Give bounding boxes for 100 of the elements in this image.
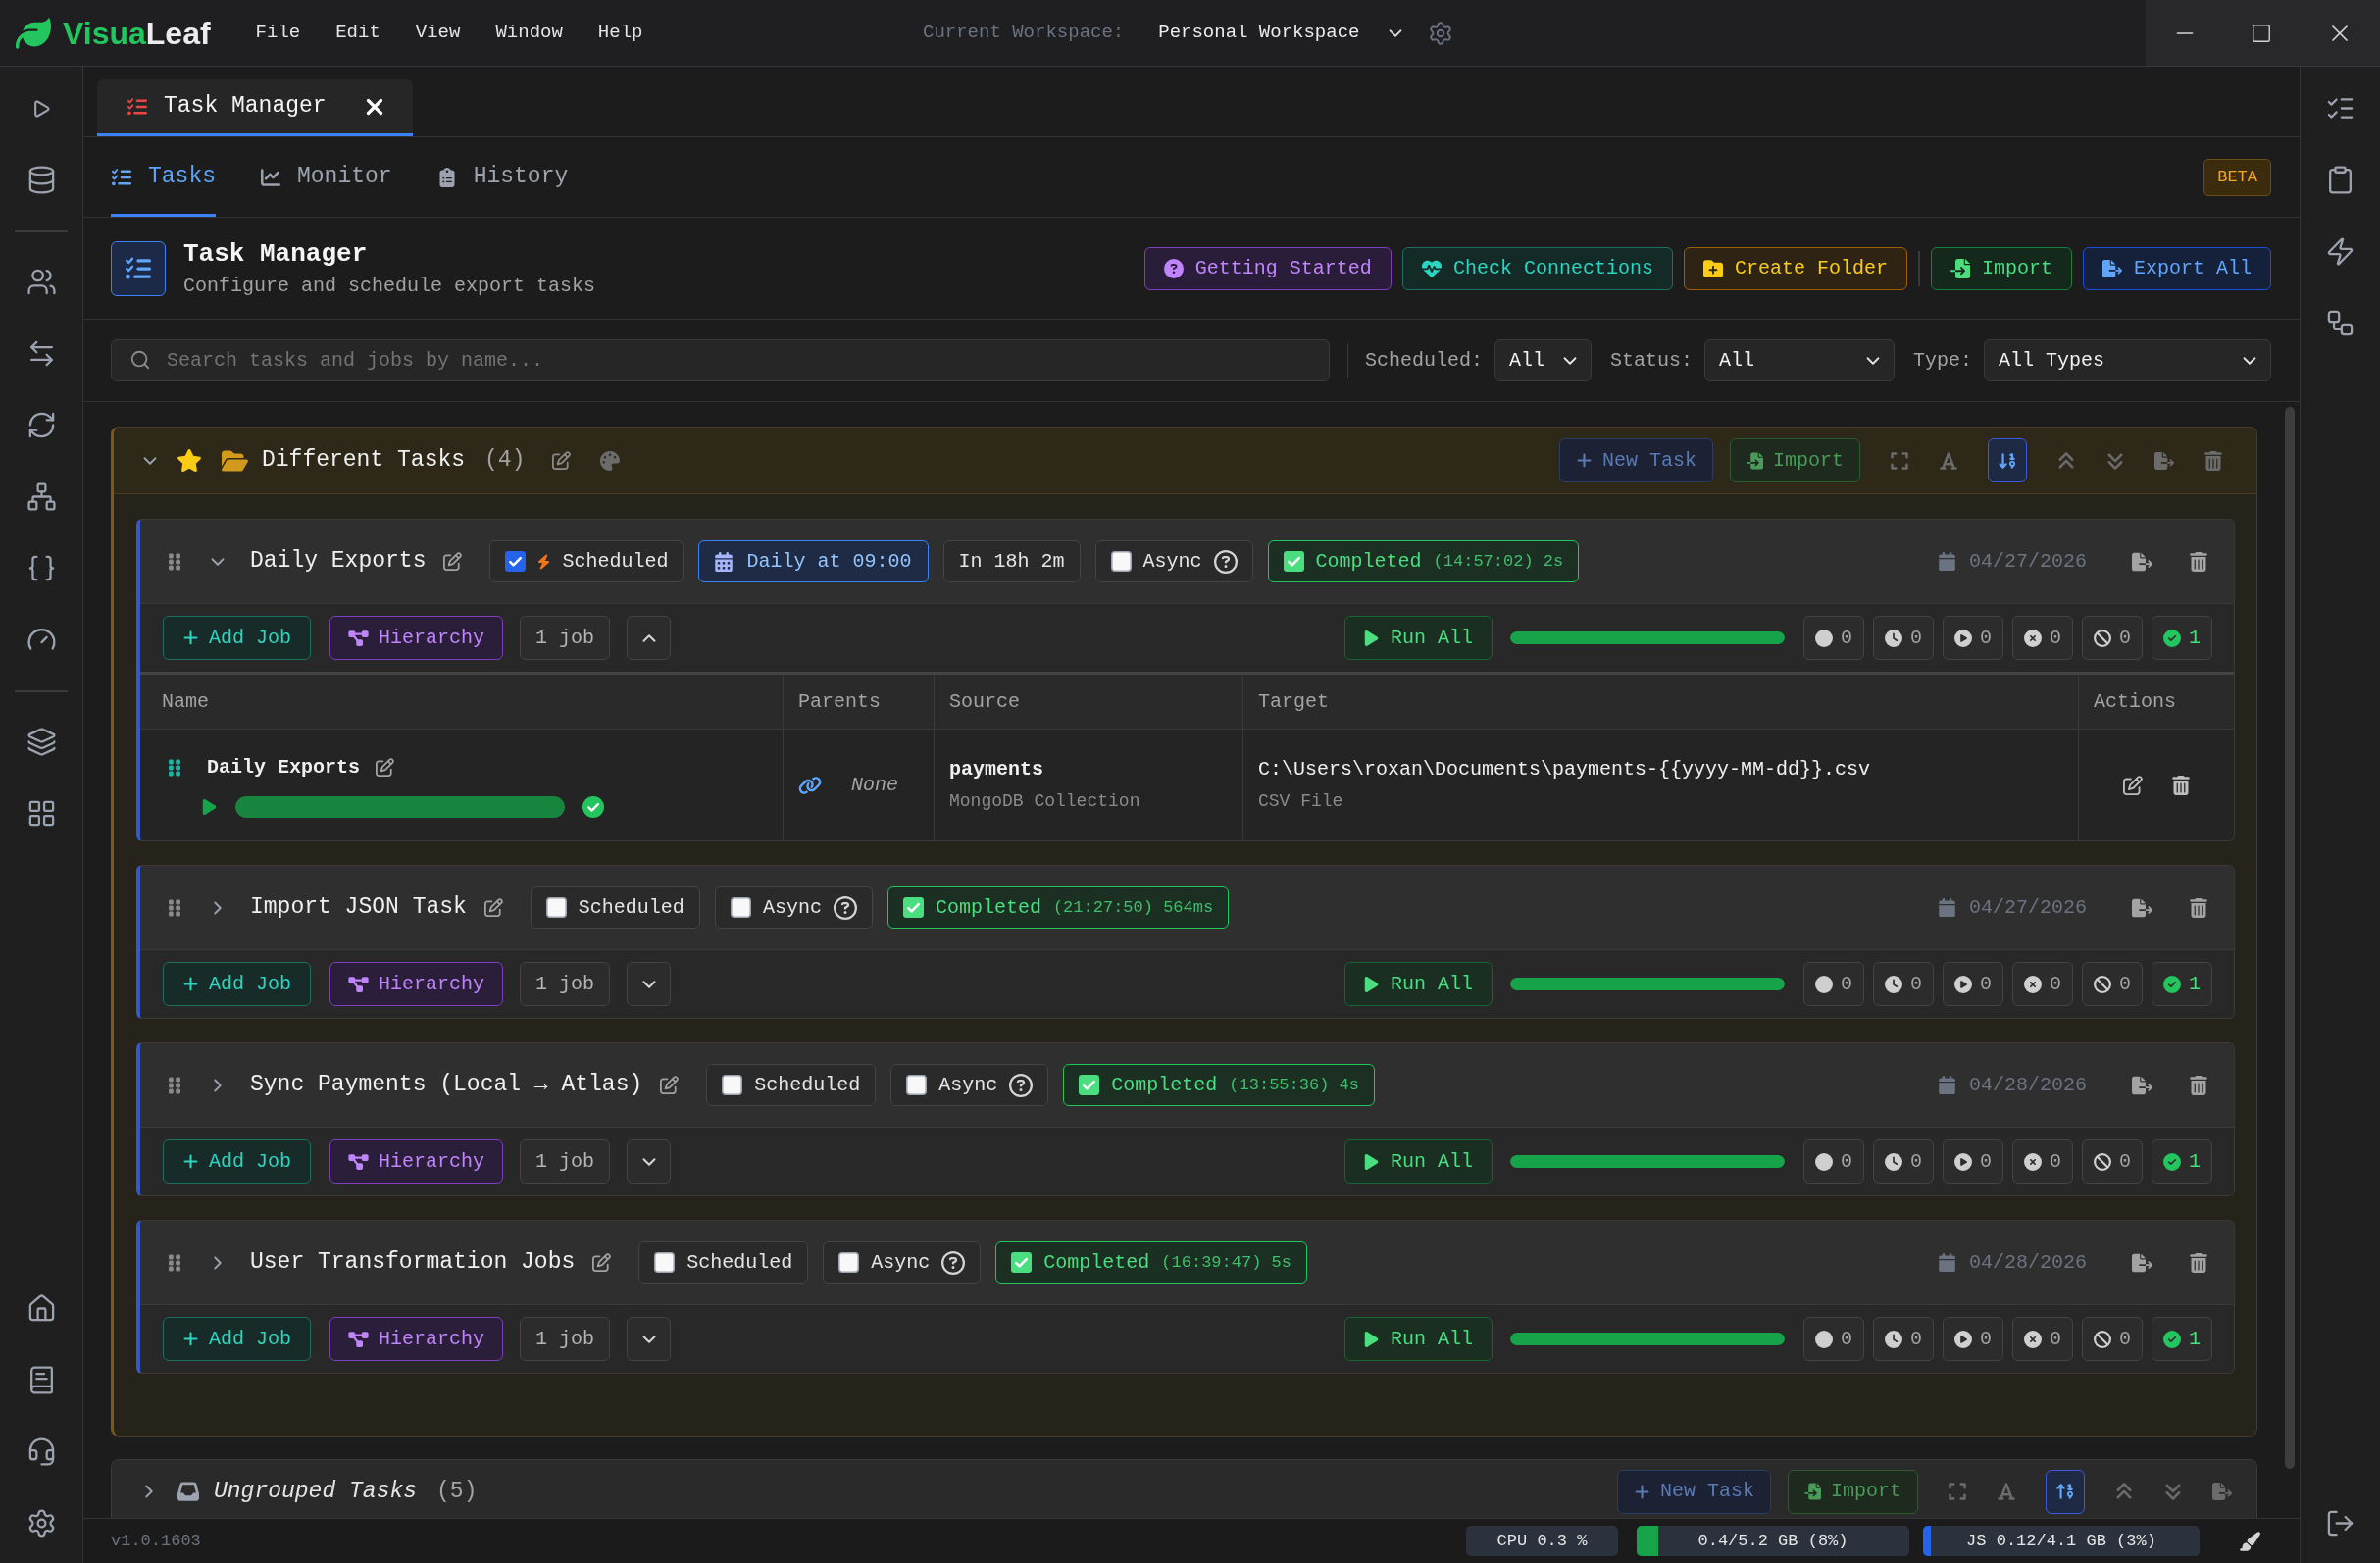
workspace-select[interactable]: Personal Workspace <box>1158 19 1407 47</box>
scheduled-toggle[interactable]: Scheduled <box>706 1064 877 1106</box>
check-connections-button[interactable]: Check Connections <box>1401 246 1673 290</box>
edit-icon[interactable] <box>483 898 503 917</box>
font-icon[interactable] <box>1939 450 1958 471</box>
async-toggle[interactable]: Async <box>823 1241 982 1284</box>
checkbox[interactable] <box>545 897 567 918</box>
filter-select[interactable]: All <box>1704 339 1895 381</box>
expand-icon[interactable] <box>1890 450 1909 471</box>
drag-handle-icon[interactable] <box>169 757 180 778</box>
scheduled-toggle[interactable]: Scheduled <box>530 886 700 929</box>
trash-icon[interactable] <box>2190 1252 2207 1273</box>
hierarchy-icon[interactable] <box>25 481 57 512</box>
view-tab[interactable]: History <box>435 137 569 217</box>
file-export-icon[interactable] <box>2132 897 2152 918</box>
menu-item[interactable]: Help <box>597 19 643 47</box>
drag-handle-icon[interactable] <box>169 551 180 572</box>
sort-button[interactable] <box>2046 1469 2085 1514</box>
brush-icon[interactable] <box>2239 1530 2260 1552</box>
file-export-icon[interactable] <box>2132 551 2152 572</box>
create-folder-button[interactable]: Create Folder <box>1683 246 1907 290</box>
edit-icon[interactable] <box>2123 775 2143 795</box>
menu-item[interactable]: View <box>415 19 461 47</box>
chevrons-down-icon[interactable] <box>2163 1482 2183 1501</box>
hierarchy-button[interactable]: Hierarchy <box>329 1317 504 1361</box>
expand-toggle-button[interactable] <box>627 1139 672 1184</box>
filter-select[interactable]: All Types <box>1984 339 2271 381</box>
maximize-icon[interactable] <box>2251 22 2273 44</box>
expand-toggle-button[interactable] <box>627 962 672 1006</box>
chevrons-up-icon[interactable] <box>2114 1482 2134 1501</box>
hierarchy-button[interactable]: Hierarchy <box>329 1139 504 1184</box>
import-button[interactable]: Import <box>1730 438 1860 482</box>
edit-icon[interactable] <box>376 758 395 777</box>
menu-item[interactable]: Window <box>495 19 563 47</box>
run-all-button[interactable]: Run All <box>1344 962 1493 1006</box>
edit-icon[interactable] <box>660 1076 680 1094</box>
getting-started-button[interactable]: Getting Started <box>1143 246 1392 290</box>
expand-icon[interactable] <box>1948 1482 1967 1501</box>
users-icon[interactable] <box>25 267 57 297</box>
drag-handle-icon[interactable] <box>169 1075 180 1095</box>
schedule-button[interactable]: Daily at 09:00 <box>698 540 929 582</box>
add-job-button[interactable]: Add Job <box>163 616 311 660</box>
help-icon[interactable] <box>1009 1073 1034 1097</box>
logout-icon[interactable] <box>2325 1508 2355 1538</box>
settings-icon[interactable] <box>1428 20 1454 46</box>
star-icon[interactable] <box>177 448 202 473</box>
sort-button[interactable] <box>1988 438 2027 482</box>
edit-icon[interactable] <box>443 552 463 571</box>
search-field[interactable]: Search tasks and jobs by name... <box>111 339 1330 381</box>
run-all-button[interactable]: Run All <box>1344 616 1493 660</box>
palette-icon[interactable] <box>600 450 621 471</box>
edit-icon[interactable] <box>552 451 572 470</box>
edit-icon[interactable] <box>592 1253 612 1272</box>
file-export-icon[interactable] <box>2132 1252 2152 1273</box>
add-job-button[interactable]: Add Job <box>163 1139 311 1184</box>
view-tab[interactable]: Tasks <box>111 137 216 217</box>
trash-icon[interactable] <box>2172 775 2190 795</box>
document-tab[interactable]: Task Manager <box>97 79 413 136</box>
expand-toggle-button[interactable] <box>627 1317 672 1361</box>
file-export-icon[interactable] <box>2154 450 2174 471</box>
expand-toggle-button[interactable] <box>627 616 672 660</box>
view-tab[interactable]: Monitor <box>260 137 392 217</box>
play-icon[interactable] <box>202 797 217 816</box>
checkbox[interactable] <box>906 1075 928 1095</box>
hierarchy-button[interactable]: Hierarchy <box>329 962 504 1006</box>
checkbox[interactable] <box>505 551 527 572</box>
trash-icon[interactable] <box>2190 897 2207 918</box>
import-button[interactable]: Import <box>1788 1469 1918 1514</box>
menu-item[interactable]: File <box>255 19 301 47</box>
run-all-button[interactable]: Run All <box>1344 1139 1493 1184</box>
scheduled-toggle[interactable]: Scheduled <box>638 1241 809 1284</box>
hierarchy-button[interactable]: Hierarchy <box>329 616 504 660</box>
help-icon[interactable] <box>833 895 857 920</box>
link-icon[interactable] <box>798 775 822 795</box>
trash-icon[interactable] <box>2190 1075 2207 1095</box>
checkbox[interactable] <box>654 1252 676 1273</box>
run-all-button[interactable]: Run All <box>1344 1317 1493 1361</box>
play-icon[interactable] <box>31 98 51 119</box>
help-icon[interactable] <box>1213 549 1238 574</box>
new-task-button[interactable]: New Task <box>1616 1469 1771 1514</box>
export-all-button[interactable]: Export All <box>2082 246 2271 290</box>
checkbox[interactable] <box>730 897 751 918</box>
import-button[interactable]: Import <box>1930 246 2072 290</box>
add-job-button[interactable]: Add Job <box>163 962 311 1006</box>
layers-icon[interactable] <box>25 727 57 757</box>
checkbox[interactable] <box>838 1252 860 1273</box>
font-icon[interactable] <box>1997 1482 2016 1501</box>
async-toggle[interactable]: Async <box>1094 540 1253 582</box>
file-export-icon[interactable] <box>2132 1075 2152 1095</box>
drag-handle-icon[interactable] <box>169 1252 180 1273</box>
trash-icon[interactable] <box>2190 551 2207 572</box>
async-toggle[interactable]: Async <box>890 1064 1049 1106</box>
filter-select[interactable]: All <box>1494 339 1592 381</box>
file-export-icon[interactable] <box>2212 1482 2232 1501</box>
workflow-icon[interactable] <box>2325 308 2355 338</box>
help-icon[interactable] <box>941 1250 966 1275</box>
menu-item[interactable]: Edit <box>335 19 380 47</box>
lightning-icon[interactable] <box>2325 236 2355 267</box>
chevrons-up-icon[interactable] <box>2056 450 2076 471</box>
new-task-button[interactable]: New Task <box>1558 438 1713 482</box>
